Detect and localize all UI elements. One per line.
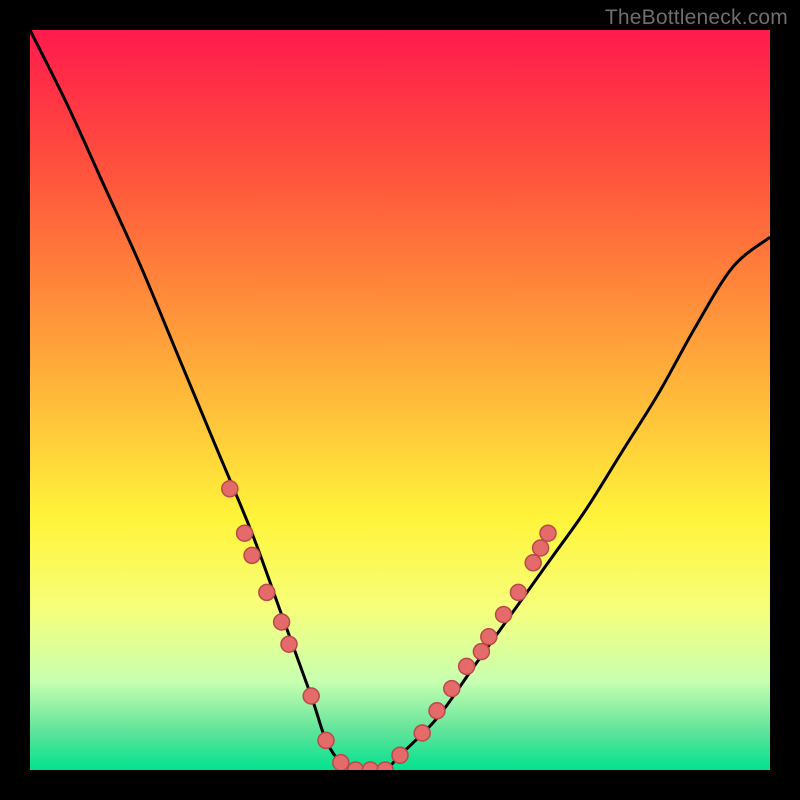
curve-marker: [318, 732, 334, 748]
curve-marker: [473, 644, 489, 660]
curve-marker: [244, 547, 260, 563]
curve-marker: [414, 725, 430, 741]
curve-marker: [237, 525, 253, 541]
curve-marker: [444, 681, 460, 697]
curve-marker: [281, 636, 297, 652]
chart-plot-area: [30, 30, 770, 770]
curve-marker: [303, 688, 319, 704]
chart-svg: [30, 30, 770, 770]
curve-marker: [540, 525, 556, 541]
curve-marker: [533, 540, 549, 556]
curve-marker: [348, 762, 364, 770]
curve-marker: [274, 614, 290, 630]
curve-marker: [459, 658, 475, 674]
curve-marker: [510, 584, 526, 600]
curve-marker: [222, 481, 238, 497]
curve-marker: [429, 703, 445, 719]
curve-marker: [496, 607, 512, 623]
curve-marker: [525, 555, 541, 571]
curve-marker: [362, 762, 378, 770]
curve-marker: [392, 747, 408, 763]
bottleneck-curve: [30, 30, 770, 770]
watermark-text: TheBottleneck.com: [605, 6, 788, 30]
curve-marker: [259, 584, 275, 600]
curve-markers: [222, 481, 556, 770]
curve-marker: [481, 629, 497, 645]
curve-marker: [333, 755, 349, 770]
outer-frame: TheBottleneck.com: [0, 0, 800, 800]
